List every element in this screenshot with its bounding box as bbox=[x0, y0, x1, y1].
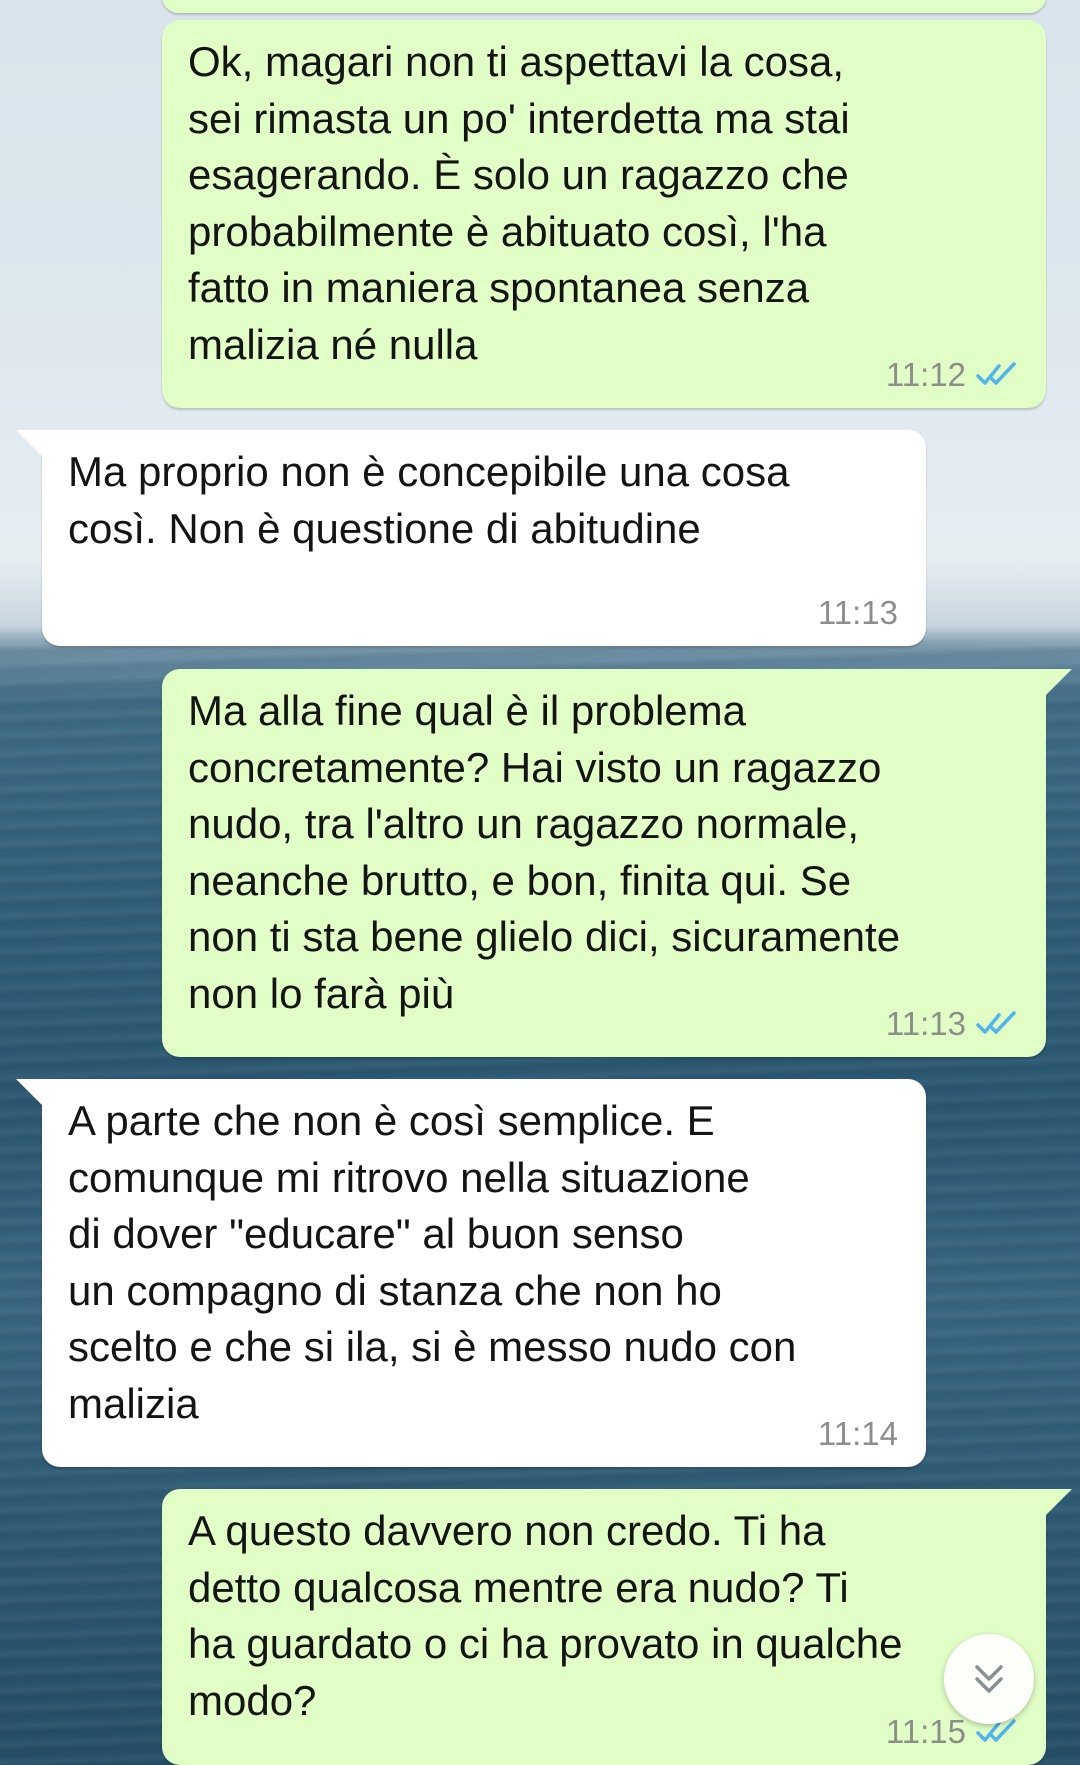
message-text: A parte che non è così semplice. E comun… bbox=[68, 1097, 797, 1427]
double-chevron-down-icon bbox=[975, 1665, 1003, 1693]
double-check-icon bbox=[976, 362, 1016, 385]
message-bubble-incoming[interactable]: Ma proprio non è concepibile una cosa co… bbox=[16, 430, 926, 646]
message-meta: 11:12 bbox=[886, 356, 1022, 394]
message-text: Ok, magari non ti aspettavi la cosa, sei… bbox=[188, 38, 850, 368]
message-text: A questo davvero non credo. Ti ha detto … bbox=[188, 1507, 903, 1724]
message-text: Ma alla fine qual è il problema concreta… bbox=[188, 687, 901, 1017]
message-time: 11:13 bbox=[885, 1005, 966, 1042]
message-text: Ma proprio non è concepibile una cosa co… bbox=[68, 448, 790, 552]
message-bubble-outgoing[interactable]: Ma alla fine qual è il problema concreta… bbox=[162, 669, 1072, 1057]
message-time: 11:12 bbox=[885, 356, 966, 393]
double-check-icon bbox=[976, 1011, 1016, 1034]
message-time: 11:15 bbox=[885, 1713, 966, 1750]
previous-message-bubble-fragment[interactable] bbox=[162, 0, 1046, 13]
message-time: 11:13 bbox=[817, 594, 898, 631]
scroll-to-bottom-button[interactable] bbox=[944, 1634, 1034, 1724]
message-time: 11:14 bbox=[817, 1415, 898, 1452]
message-bubble-outgoing[interactable]: A questo davvero non credo. Ti ha detto … bbox=[162, 1489, 1072, 1765]
message-bubble-incoming[interactable]: A parte che non è così semplice. E comun… bbox=[16, 1079, 926, 1467]
message-bubble-outgoing[interactable]: Ok, magari non ti aspettavi la cosa, sei… bbox=[162, 20, 1046, 408]
message-meta: 11:14 bbox=[818, 1415, 898, 1453]
message-meta: 11:13 bbox=[886, 1005, 1022, 1043]
message-meta: 11:13 bbox=[818, 594, 898, 632]
